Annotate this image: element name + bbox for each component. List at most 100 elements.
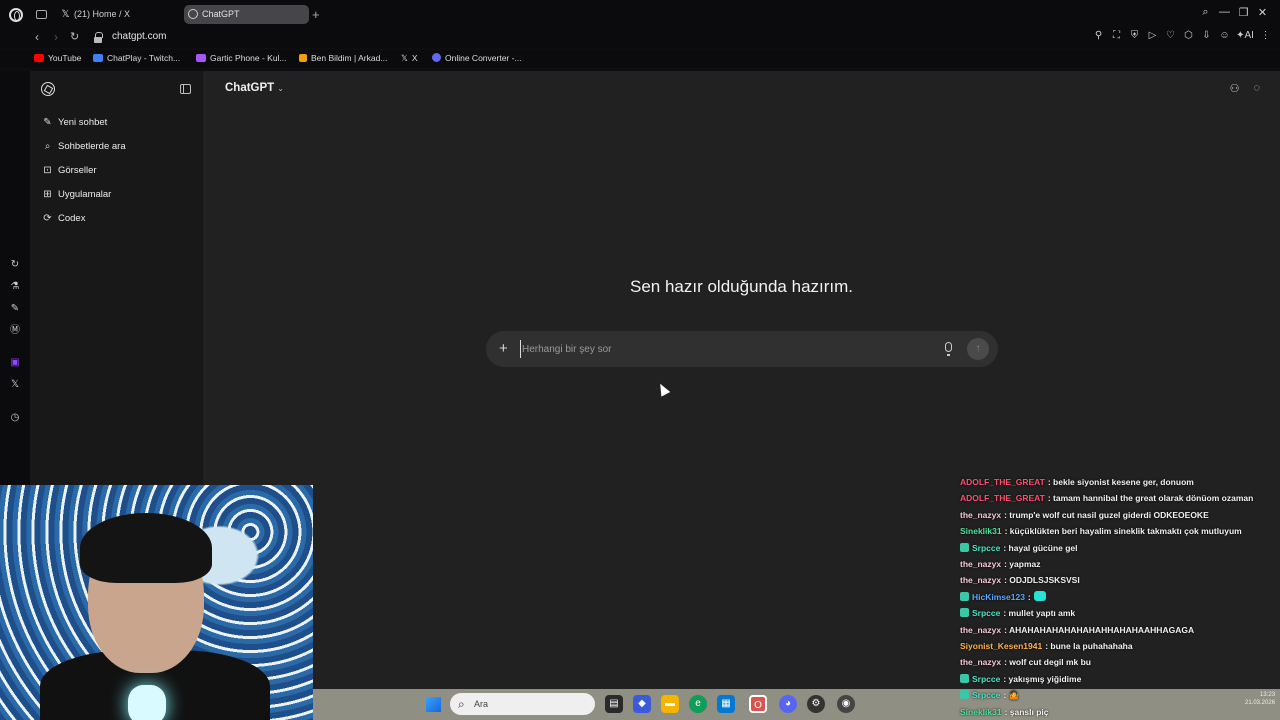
prompt-input[interactable]	[520, 340, 920, 358]
page-title: Sen hazır olduğunda hazırım.	[629, 277, 854, 296]
opera-taskbar-icon[interactable]: O	[749, 695, 767, 713]
chat-username: Srpcce	[972, 608, 1001, 619]
chat-message: the_nazyx: wolf cut degil mk bu	[960, 654, 1091, 670]
sidebar-item-apps[interactable]: ⊞ Uygulamalar	[38, 184, 195, 206]
twitch-icon[interactable]: ▣	[9, 357, 21, 369]
chat-message: Srpcce: mullet yaptı amk	[960, 605, 1075, 621]
x-icon[interactable]: 𝕏	[9, 379, 21, 391]
chevron-down-icon: ⌄	[277, 84, 284, 93]
new-tab-button[interactable]: +	[312, 8, 320, 21]
chat-message: Siyonist_Kesen1941: bune la puhahahaha	[960, 638, 1133, 654]
sidebar-item-search-chats[interactable]: ⌕ Sohbetlerde ara	[38, 136, 195, 158]
taskbar-clock[interactable]: 13:23 21.03.2026	[1245, 691, 1275, 707]
sidebar-toggle-button[interactable]	[180, 84, 191, 94]
pin-icon[interactable]: ⚲	[1092, 30, 1105, 41]
copilot-icon[interactable]: ◆	[633, 695, 651, 713]
sidebar-item-codex[interactable]: ⟳ Codex	[38, 208, 195, 230]
codex-icon: ⟳	[43, 213, 52, 224]
history-icon[interactable]: ↻	[9, 259, 21, 271]
m-icon[interactable]: Ⓜ	[9, 325, 21, 337]
bookmark-chatplay[interactable]: ChatPlay - Twitch...	[93, 53, 180, 63]
profile-icon[interactable]: ☺	[1218, 30, 1231, 41]
tab-x-home[interactable]: 𝕏 (21) Home / X	[56, 5, 176, 24]
add-attachment-button[interactable]: +	[499, 340, 508, 357]
composer: + ↑	[486, 331, 998, 367]
restore-button[interactable]: ❐	[1234, 6, 1253, 19]
minimize-button[interactable]: —	[1215, 6, 1234, 19]
chat-username: the_nazyx	[960, 575, 1002, 586]
window-controls: ⌕ — ❐ ✕	[1196, 6, 1272, 19]
chat-message: ADOLF_THE_GREAT: tamam hannibal the grea…	[960, 490, 1253, 506]
screen: 𝕏 (21) Home / X ChatGPT + ⌕ — ❐ ✕ ‹ › ↻ …	[0, 0, 1280, 720]
chat-username: HicKimse123	[972, 591, 1025, 602]
task-view-icon[interactable]: ▤	[605, 695, 623, 713]
chat-message: Srpcce: hayal gücüne gel	[960, 540, 1078, 556]
chat-username: the_nazyx	[960, 559, 1002, 569]
chat-text: : bekle siyonist kesene ger, donuom	[1047, 477, 1194, 487]
shield-icon[interactable]: ⛨	[1128, 30, 1141, 41]
chat-text: : trump'e wolf cut nasil guzel giderdi O…	[1004, 509, 1209, 520]
taskbar-search[interactable]: Ara	[450, 693, 595, 715]
model-selector[interactable]: ChatGPT ⌄	[225, 82, 284, 94]
bookmarks-bar: YouTube ChatPlay - Twitch... Gartic Phon…	[0, 50, 1280, 68]
chat-emote-icon	[1033, 590, 1046, 601]
opera-logo-icon[interactable]	[9, 8, 23, 22]
converter-icon	[432, 53, 441, 62]
bookmark-ben-bildim[interactable]: Ben Bildim | Arkad...	[299, 53, 387, 63]
grid-icon: ⊞	[43, 189, 52, 200]
clock-icon[interactable]: ◷	[9, 412, 21, 424]
sidebar-item-new-chat[interactable]: ✎ Yeni sohbet	[38, 112, 195, 134]
reload-button[interactable]: ↻	[70, 30, 79, 43]
tab-chatgpt[interactable]: ChatGPT	[184, 5, 309, 24]
tab-label: ChatGPT	[202, 9, 240, 19]
edge-icon[interactable]: e	[689, 695, 707, 713]
chat-username: ADOLF_THE_GREAT	[960, 493, 1045, 504]
search-tabs-icon[interactable]: ⌕	[1196, 6, 1215, 19]
bookmark-gartic[interactable]: Gartic Phone - Kul...	[196, 53, 287, 63]
chat-message: HicKimse123:	[960, 589, 1046, 605]
store-icon[interactable]: ▦	[717, 695, 735, 713]
send-button[interactable]: ↑	[967, 338, 989, 360]
back-button[interactable]: ‹	[35, 30, 39, 44]
windows-start-icon[interactable]	[426, 697, 441, 712]
chat-username: the_nazyx	[960, 509, 1002, 520]
chat-text: : yapmaz	[1004, 559, 1041, 569]
play-icon[interactable]: ▷	[1146, 30, 1159, 41]
obs-icon[interactable]: ◉	[837, 695, 855, 713]
add-people-icon[interactable]: ⚇	[1230, 82, 1240, 95]
file-explorer-icon[interactable]: ▬	[661, 695, 679, 713]
chatplay-icon	[93, 54, 103, 62]
close-button[interactable]: ✕	[1253, 6, 1272, 19]
heart-icon[interactable]: ♡	[1164, 30, 1177, 41]
steam-icon[interactable]: ⚙	[807, 695, 825, 713]
pencil-square-icon: ✎	[43, 117, 52, 128]
screenshot-icon[interactable]: ⛶	[1110, 30, 1123, 41]
chatgpt-logo-icon[interactable]	[41, 82, 55, 96]
chat-text: : wolf cut degil mk bu	[1004, 657, 1091, 668]
chat-text: : küçüklükten beri hayalim sineklik takm…	[1004, 526, 1242, 537]
microphone-icon[interactable]	[945, 342, 952, 356]
menu-icon[interactable]: ⋮	[1259, 30, 1272, 41]
benbildim-icon	[299, 54, 307, 62]
bookmark-online-converter[interactable]: Online Converter -...	[432, 53, 522, 63]
forward-button[interactable]: ›	[54, 30, 58, 44]
bookmark-x[interactable]: 𝕏X	[401, 53, 418, 64]
gartic-icon	[196, 54, 206, 62]
tab-islands-icon[interactable]	[36, 10, 47, 19]
ai-icon[interactable]: ✦AI	[1236, 30, 1254, 41]
chat-text: : ODJDLSJSKSVSI	[1004, 575, 1080, 586]
extensions-icon[interactable]: ⬡	[1182, 30, 1195, 41]
temporary-chat-icon[interactable]: ◌	[1253, 82, 1260, 95]
x-icon: 𝕏	[401, 53, 408, 63]
download-icon[interactable]: ⇩	[1200, 30, 1213, 41]
url-field[interactable]: chatgpt.com	[112, 31, 166, 42]
chat-username: the_nazyx	[960, 624, 1002, 635]
sidebar-item-images[interactable]: ⊡ Görseller	[38, 160, 195, 182]
chat-username: Srpcce	[972, 542, 1001, 553]
youtube-icon	[34, 54, 44, 62]
notes-icon[interactable]: ✎	[9, 303, 21, 315]
aria-icon[interactable]: ⚗	[9, 281, 21, 293]
chat-text: : AHAHAHAHAHAHAHAHHAHAHAAHHAGAGA	[1004, 624, 1195, 635]
discord-icon[interactable]: ◕	[779, 695, 797, 713]
bookmark-youtube[interactable]: YouTube	[34, 53, 81, 63]
